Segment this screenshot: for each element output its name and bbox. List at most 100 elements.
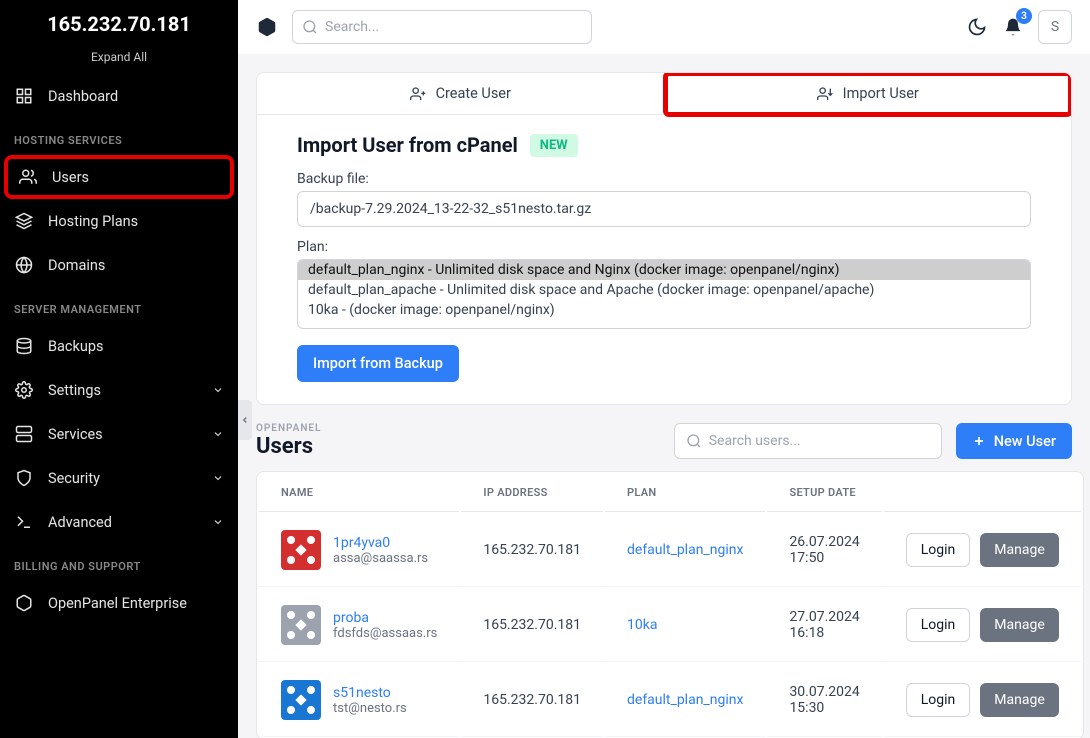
plan-option[interactable]: default_plan_nginx - Unlimited disk spac… xyxy=(298,260,1030,280)
plan-select[interactable]: default_plan_nginx - Unlimited disk spac… xyxy=(297,259,1031,329)
user-name-link[interactable]: s51nesto xyxy=(333,685,407,701)
sidebar-item-security[interactable]: Security xyxy=(0,456,238,500)
user-date: 26.07.2024 17:50 xyxy=(767,514,881,587)
shield-icon xyxy=(14,468,34,488)
user-plan-link[interactable]: default_plan_nginx xyxy=(627,692,743,708)
gear-icon xyxy=(14,380,34,400)
users-title: Users xyxy=(256,434,321,459)
sidebar-item-label: Domains xyxy=(48,257,105,274)
sidebar-item-backups[interactable]: Backups xyxy=(0,324,238,368)
server-icon xyxy=(14,424,34,444)
topbar: 3 S xyxy=(238,0,1090,54)
sidebar-item-label: Security xyxy=(48,470,100,487)
avatar xyxy=(281,530,321,570)
tabs-row: Create User Import User xyxy=(257,73,1071,115)
sidebar-item-label: Dashboard xyxy=(48,88,118,105)
plan-label: Plan: xyxy=(297,239,1031,255)
sidebar-item-label: Hosting Plans xyxy=(48,213,138,230)
sidebar-item-settings[interactable]: Settings xyxy=(0,368,238,412)
server-ip: 165.232.70.181 xyxy=(16,12,222,36)
section-server: SERVER MANAGEMENT xyxy=(0,287,238,324)
table-row: proba fdsfds@assaas.rs 165.232.70.181 10… xyxy=(259,589,1081,662)
avatar xyxy=(281,605,321,645)
sidebar-item-label: Backups xyxy=(48,338,103,355)
login-button[interactable]: Login xyxy=(906,608,971,642)
sidebar-item-users[interactable]: Users xyxy=(4,155,234,199)
content-area: Create User Import User Import User from… xyxy=(238,54,1090,738)
user-email: tst@nesto.rs xyxy=(333,701,407,716)
section-hosting: HOSTING SERVICES xyxy=(0,118,238,155)
user-name-link[interactable]: 1pr4yva0 xyxy=(333,535,428,551)
sidebar-collapse-handle[interactable] xyxy=(238,400,252,440)
expand-all-link[interactable]: Expand All xyxy=(0,44,238,74)
users-icon xyxy=(18,167,38,187)
import-from-backup-button[interactable]: Import from Backup xyxy=(297,345,459,382)
grid-icon xyxy=(14,86,34,106)
notification-count-badge: 3 xyxy=(1016,8,1032,24)
users-table: NAME IP ADDRESS PLAN SETUP DATE 1pr4yva0 xyxy=(256,471,1084,738)
tab-import-user[interactable]: Import User xyxy=(665,73,1072,115)
col-ip: IP ADDRESS xyxy=(461,474,603,512)
user-tabs-card: Create User Import User Import User from… xyxy=(256,72,1072,405)
new-user-button[interactable]: New User xyxy=(956,423,1072,459)
theme-toggle-icon[interactable] xyxy=(966,16,988,38)
plan-option[interactable]: default_plan_apache - Unlimited disk spa… xyxy=(298,280,1030,300)
section-billing: BILLING AND SUPPORT xyxy=(0,544,238,581)
user-initial: S xyxy=(1051,19,1059,35)
layers-icon xyxy=(14,211,34,231)
import-panel: Import User from cPanel NEW Backup file:… xyxy=(257,115,1071,404)
sidebar: 165.232.70.181 Expand All Dashboard HOST… xyxy=(0,0,238,738)
sidebar-item-hosting-plans[interactable]: Hosting Plans xyxy=(0,199,238,243)
plus-icon xyxy=(972,434,986,448)
main-content: 3 S Create User Import User xyxy=(238,0,1090,738)
sidebar-item-domains[interactable]: Domains xyxy=(0,243,238,287)
search-icon xyxy=(302,19,318,35)
manage-button[interactable]: Manage xyxy=(980,533,1058,567)
users-search-input[interactable] xyxy=(674,423,942,459)
search-input[interactable] xyxy=(292,10,592,44)
user-import-icon xyxy=(817,86,833,102)
user-ip: 165.232.70.181 xyxy=(461,664,603,737)
manage-button[interactable]: Manage xyxy=(980,608,1058,642)
tab-create-user[interactable]: Create User xyxy=(257,73,665,115)
terminal-icon xyxy=(14,512,34,532)
user-plan-link[interactable]: default_plan_nginx xyxy=(627,542,743,558)
global-search xyxy=(292,10,592,44)
sidebar-item-advanced[interactable]: Advanced xyxy=(0,500,238,544)
user-menu[interactable]: S xyxy=(1038,10,1072,44)
sidebar-header: 165.232.70.181 xyxy=(0,0,238,44)
sidebar-item-dashboard[interactable]: Dashboard xyxy=(0,74,238,118)
table-row: s51nesto tst@nesto.rs 165.232.70.181 def… xyxy=(259,664,1081,737)
login-button[interactable]: Login xyxy=(906,683,971,717)
user-date: 30.07.2024 15:30 xyxy=(767,664,881,737)
notifications-icon[interactable]: 3 xyxy=(1002,16,1024,38)
sidebar-item-label: Advanced xyxy=(48,514,112,531)
plan-option[interactable]: 10ka - (docker image: openpanel/nginx) xyxy=(298,300,1030,320)
tab-label: Import User xyxy=(843,85,919,102)
import-title: Import User from cPanel xyxy=(297,133,518,157)
user-plan-link[interactable]: 10ka xyxy=(627,617,657,633)
user-plus-icon xyxy=(410,86,426,102)
chevron-down-icon xyxy=(212,428,224,440)
new-badge: NEW xyxy=(530,134,578,157)
sidebar-item-label: OpenPanel Enterprise xyxy=(48,595,187,612)
backup-file-label: Backup file: xyxy=(297,171,1031,187)
user-date: 27.07.2024 16:18 xyxy=(767,589,881,662)
backup-file-input[interactable] xyxy=(297,191,1031,227)
tab-label: Create User xyxy=(436,85,511,102)
sidebar-item-label: Services xyxy=(48,426,103,443)
new-user-label: New User xyxy=(994,433,1056,450)
user-ip: 165.232.70.181 xyxy=(461,589,603,662)
manage-button[interactable]: Manage xyxy=(980,683,1058,717)
users-search xyxy=(674,423,942,459)
users-header: OPENPANEL Users New User xyxy=(256,423,1072,459)
globe-icon xyxy=(14,255,34,275)
app-logo-icon[interactable] xyxy=(256,16,278,38)
user-name-link[interactable]: proba xyxy=(333,610,437,626)
chevron-down-icon xyxy=(212,384,224,396)
chevron-down-icon xyxy=(212,472,224,484)
col-plan: PLAN xyxy=(605,474,765,512)
sidebar-item-services[interactable]: Services xyxy=(0,412,238,456)
login-button[interactable]: Login xyxy=(906,533,971,567)
sidebar-item-enterprise[interactable]: OpenPanel Enterprise xyxy=(0,581,238,625)
